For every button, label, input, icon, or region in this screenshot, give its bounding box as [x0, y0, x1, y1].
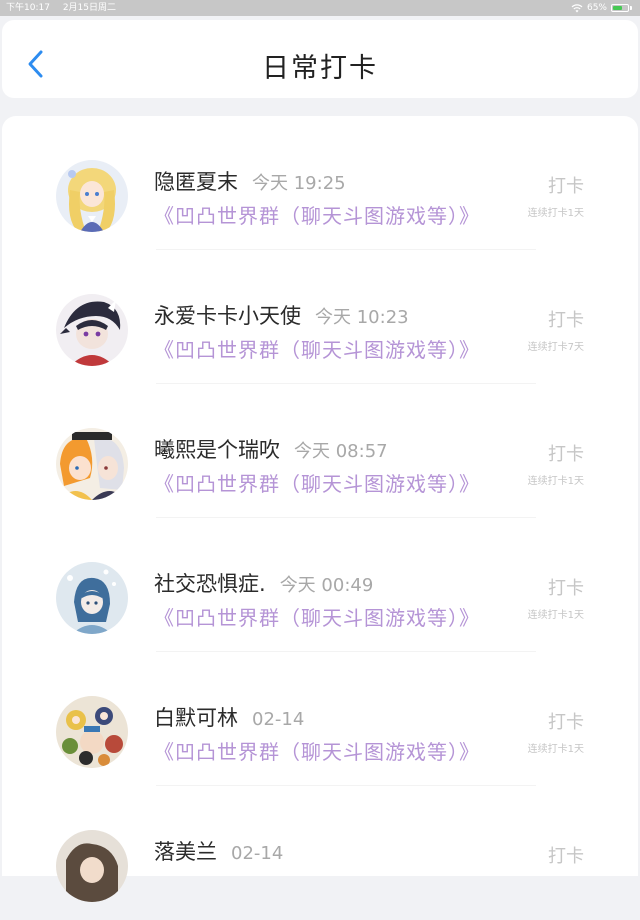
avatar[interactable] — [56, 160, 128, 232]
battery-percent: 65% — [586, 3, 607, 13]
checkin-button[interactable]: 打卡 — [548, 842, 584, 868]
status-bar: 下午10:17 2月15日周二 65% — [0, 0, 640, 16]
user-name: 曦熙是个瑞吹 — [154, 438, 280, 462]
streak-label: 连续打卡1天 — [527, 610, 584, 621]
user-name: 社交恐惧症. — [154, 572, 266, 596]
status-time: 下午10:17 — [6, 3, 50, 13]
group-link[interactable]: 《凹凸世界群（聊天斗图游戏等）》 — [154, 200, 480, 229]
avatar[interactable] — [56, 562, 128, 634]
avatar[interactable] — [56, 696, 128, 768]
checkin-button[interactable]: 打卡 — [548, 708, 584, 734]
checkin-button[interactable]: 打卡 — [548, 440, 584, 466]
avatar[interactable] — [56, 830, 128, 902]
list-item: 隐匿夏末 今天 19:25 《凹凸世界群（聊天斗图游戏等）》 打卡 连续打卡1天 — [2, 116, 638, 250]
checkin-time: 今天 10:23 — [315, 307, 409, 328]
checkin-time: 02-14 — [252, 709, 305, 730]
streak-label: 连续打卡1天 — [527, 744, 584, 755]
list-item: 白默可林 02-14 《凹凸世界群（聊天斗图游戏等）》 打卡 连续打卡1天 — [2, 652, 638, 786]
checkin-time: 02-14 — [231, 843, 284, 864]
user-name: 永爱卡卡小天使 — [154, 304, 301, 328]
list-item: 永爱卡卡小天使 今天 10:23 《凹凸世界群（聊天斗图游戏等）》 打卡 连续打卡… — [2, 250, 638, 384]
checkin-time: 今天 00:49 — [279, 575, 374, 596]
battery-level — [613, 6, 622, 10]
checkin-time: 今天 19:25 — [252, 173, 346, 194]
avatar[interactable] — [56, 428, 128, 500]
list-item: 社交恐惧症. 今天 00:49 《凹凸世界群（聊天斗图游戏等）》 打卡 连续打卡1… — [2, 518, 638, 652]
streak-label: 连续打卡7天 — [527, 342, 584, 353]
page-title: 日常打卡 — [262, 53, 378, 84]
user-name: 隐匿夏末 — [154, 170, 238, 194]
group-link[interactable]: 《凹凸世界群（聊天斗图游戏等）》 — [154, 602, 480, 631]
checkin-time: 今天 08:57 — [294, 441, 388, 462]
streak-label: 连续打卡1天 — [527, 476, 584, 487]
checkin-button[interactable]: 打卡 — [548, 306, 584, 332]
group-link[interactable]: 《凹凸世界群（聊天斗图游戏等）》 — [154, 468, 480, 497]
page-header: 日常打卡 — [2, 20, 638, 98]
streak-label: 连续打卡1天 — [527, 208, 584, 219]
group-link[interactable]: 《凹凸世界群（聊天斗图游戏等）》 — [154, 736, 480, 765]
list-item: 曦熙是个瑞吹 今天 08:57 《凹凸世界群（聊天斗图游戏等）》 打卡 连续打卡1… — [2, 384, 638, 518]
user-name: 白默可林 — [154, 706, 238, 730]
checkin-list: 隐匿夏末 今天 19:25 《凹凸世界群（聊天斗图游戏等）》 打卡 连续打卡1天 … — [2, 116, 638, 902]
user-name: 落美兰 — [154, 840, 217, 864]
list-item: 落美兰 02-14 打卡 — [2, 786, 638, 920]
battery-icon — [611, 4, 632, 12]
checkin-button[interactable]: 打卡 — [548, 574, 584, 600]
group-link[interactable]: 《凹凸世界群（聊天斗图游戏等）》 — [154, 334, 480, 363]
avatar[interactable] — [56, 294, 128, 366]
status-date: 2月15日周二 — [62, 3, 116, 13]
checkin-button[interactable]: 打卡 — [548, 172, 584, 198]
wifi-icon — [571, 3, 583, 13]
